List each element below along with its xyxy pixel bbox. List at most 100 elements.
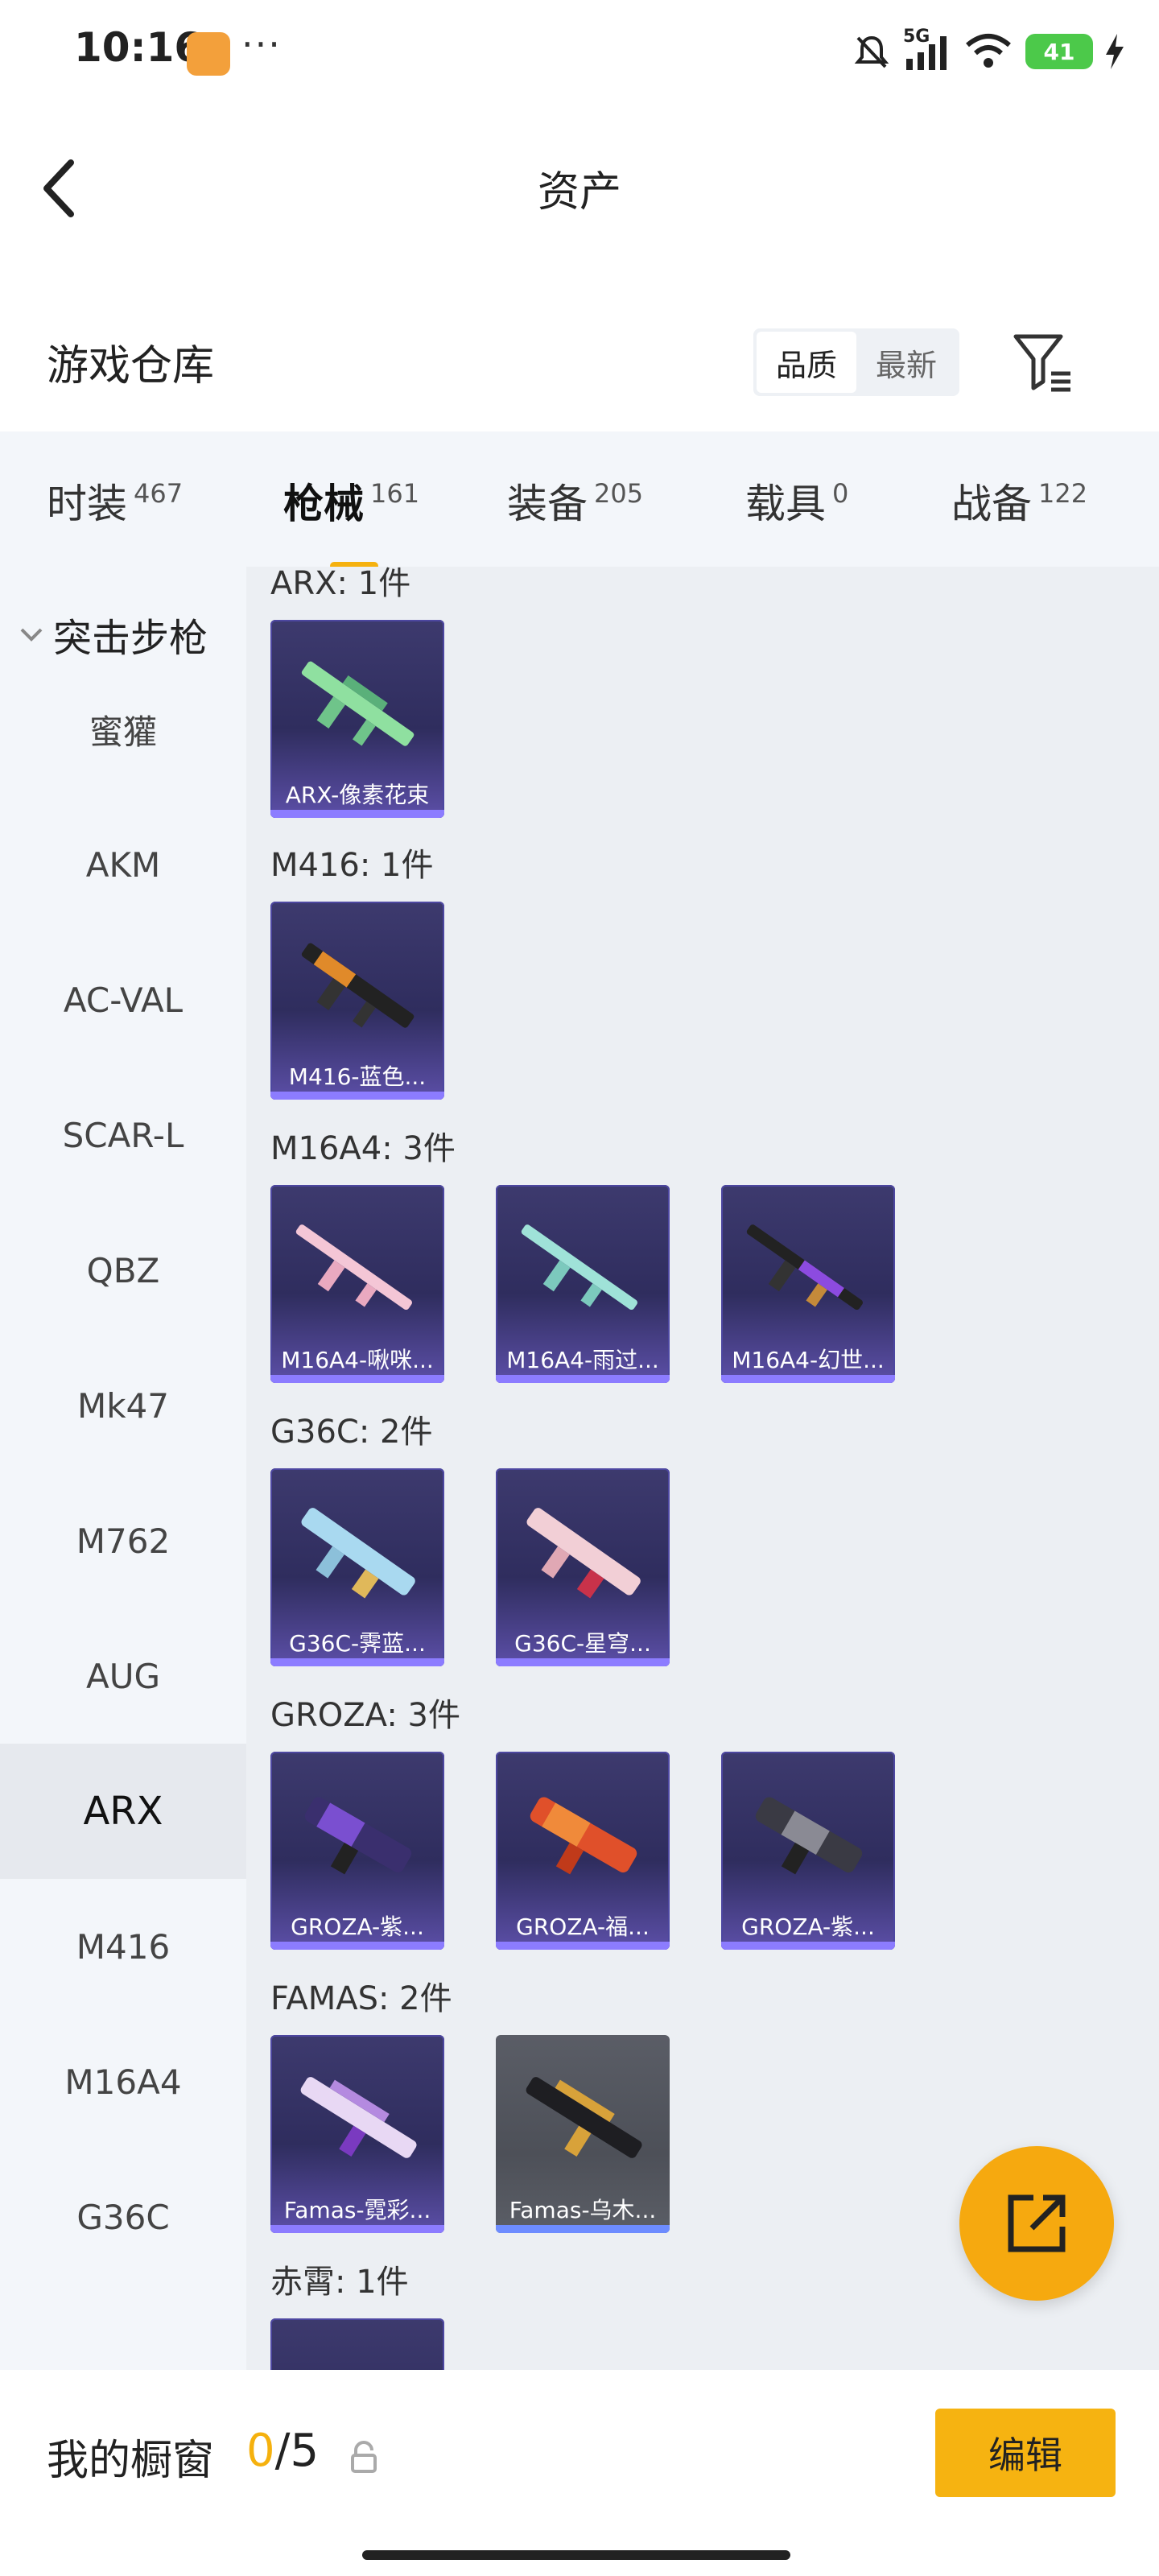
- weapon-icon: [746, 1224, 863, 1311]
- weapon-card[interactable]: G36C-霁蓝...: [270, 1468, 444, 1666]
- share-external-icon: [1008, 2194, 1066, 2252]
- filter-button[interactable]: [1011, 330, 1075, 394]
- home-indicator[interactable]: [362, 2550, 790, 2560]
- tab-count: 161: [370, 478, 420, 509]
- weapon-icon: [530, 1797, 637, 1875]
- sidebar-item[interactable]: SCAR-L: [0, 1067, 246, 1203]
- battery-icon: 41: [1025, 34, 1093, 69]
- sidebar-item[interactable]: QBZ: [0, 1203, 246, 1338]
- weapon-card[interactable]: Famas-霓彩...: [270, 2035, 444, 2233]
- sidebar-item[interactable]: M16A4: [0, 2014, 246, 2149]
- weapon-card[interactable]: Famas-乌木...: [496, 2035, 670, 2233]
- group-label: G36C: 2件: [270, 1414, 433, 1451]
- rarity-bar: [496, 1658, 670, 1666]
- sidebar-item[interactable]: AUG: [0, 1608, 246, 1744]
- group-label: 赤霄: 1件: [270, 2264, 409, 2301]
- showcase-total: /5: [274, 2425, 320, 2477]
- weapon-card[interactable]: GROZA-紫...: [721, 1752, 895, 1950]
- weapon-card[interactable]: [270, 2318, 444, 2370]
- more-notifications-icon: ···: [241, 23, 282, 66]
- weapon-name: M416-蓝色...: [288, 1063, 427, 1090]
- rarity-bar: [270, 810, 444, 818]
- weapon-icon: [526, 1508, 641, 1599]
- sort-quality-button[interactable]: 品质: [757, 332, 856, 393]
- weapon-card[interactable]: M16A4-雨过...: [496, 1185, 670, 1383]
- group-label: M416: 1件: [270, 847, 434, 884]
- weapon-card[interactable]: GROZA-紫...: [270, 1752, 444, 1950]
- category-tabs: 时装 467 枪械 161 装备 205 载具 0 战备 122: [0, 431, 1159, 570]
- lock-icon: [351, 2441, 377, 2473]
- tab-count: 0: [832, 478, 849, 509]
- weapon-icon: [301, 943, 415, 1028]
- rarity-bar: [496, 2225, 670, 2233]
- weapon-icon: [295, 1224, 412, 1311]
- weapon-card[interactable]: ARX-像素花束: [270, 620, 444, 818]
- sidebar-item[interactable]: G36C: [0, 2149, 246, 2285]
- tab-label: 战备: [951, 481, 1032, 527]
- sidebar-group-label: 突击步枪: [53, 616, 208, 661]
- sidebar-item[interactable]: AKM: [0, 797, 246, 932]
- weapon-list: ARX: 1件 ARX-像素花束 M416: 1件 M416-蓝色... M16…: [246, 567, 1159, 2370]
- sidebar-item[interactable]: Mk47: [0, 1338, 246, 1473]
- showcase-label: 我的橱窗: [47, 2437, 215, 2485]
- tab-count: 467: [134, 478, 184, 509]
- tab-supplies[interactable]: 战备 122: [951, 472, 1087, 530]
- weapon-name: Famas-霓彩...: [283, 2197, 431, 2223]
- weapon-card[interactable]: M16A4-啾咪...: [270, 1185, 444, 1383]
- group-label: ARX: 1件: [270, 567, 411, 602]
- weapon-card[interactable]: M416-蓝色...: [270, 902, 444, 1100]
- chevron-down-icon: [20, 628, 43, 642]
- showcase-bar: 我的橱窗 0/5 编辑: [0, 2370, 1159, 2576]
- sort-toggle: 品质 最新: [753, 328, 959, 396]
- weapon-name: Famas-乌木...: [509, 2197, 657, 2223]
- tab-vehicles[interactable]: 载具 0: [745, 472, 848, 530]
- weapon-icon: [755, 1797, 863, 1875]
- tab-guns[interactable]: 枪械 161: [283, 472, 420, 570]
- weapon-name: M16A4-啾咪...: [281, 1347, 434, 1373]
- group-label: FAMAS: 2件: [270, 1980, 452, 2017]
- rarity-bar: [270, 1092, 444, 1100]
- edit-button[interactable]: 编辑: [935, 2409, 1116, 2497]
- weapon-icon: [300, 2077, 417, 2158]
- rarity-bar: [270, 1375, 444, 1383]
- sidebar-item[interactable]: 蜜獾: [0, 662, 246, 797]
- sidebar-item[interactable]: M762: [0, 1473, 246, 1608]
- sidebar-item[interactable]: AC-VAL: [0, 932, 246, 1067]
- share-button[interactable]: [959, 2146, 1114, 2301]
- sidebar-item[interactable]: M416: [0, 1879, 246, 2014]
- weapon-icon: [526, 2077, 642, 2158]
- warehouse-title: 游戏仓库: [47, 342, 215, 390]
- tab-label: 载具: [745, 481, 826, 527]
- showcase-current: 0: [246, 2425, 275, 2477]
- weapon-type-sidebar: 突击步枪 蜜獾 AKM AC-VAL SCAR-L QBZ Mk47 M762 …: [0, 567, 246, 2370]
- tab-fashion[interactable]: 时装 467: [47, 472, 183, 530]
- mute-icon: [854, 35, 889, 68]
- weapon-name: GROZA-紫...: [291, 1913, 424, 1940]
- sort-newest-button[interactable]: 最新: [856, 332, 956, 393]
- rarity-bar: [721, 1942, 895, 1950]
- weapon-card[interactable]: GROZA-福...: [496, 1752, 670, 1950]
- weapon-card[interactable]: M16A4-幻世...: [721, 1185, 895, 1383]
- tab-label: 装备: [507, 481, 588, 527]
- sidebar-item-active[interactable]: ARX: [0, 1744, 246, 1879]
- rarity-bar: [270, 1658, 444, 1666]
- weapon-name: G36C-星穹...: [514, 1630, 651, 1657]
- weapon-name: GROZA-福...: [516, 1913, 650, 1940]
- weapon-card[interactable]: G36C-星穹...: [496, 1468, 670, 1666]
- weapon-name: M16A4-幻世...: [732, 1347, 885, 1373]
- showcase-count: 0/5: [246, 2425, 319, 2477]
- rarity-bar: [496, 1942, 670, 1950]
- status-icons: 5G 41: [853, 27, 1124, 76]
- tab-equipment[interactable]: 装备 205: [507, 472, 643, 530]
- status-bar: 10:16 ··· 5G 41: [0, 0, 1159, 105]
- weapon-icon: [301, 661, 415, 746]
- charging-icon: [1106, 34, 1124, 69]
- tab-label: 时装: [47, 481, 127, 527]
- weapon-name: M16A4-雨过...: [506, 1347, 659, 1373]
- tab-count: 122: [1038, 478, 1088, 509]
- rarity-bar: [496, 1375, 670, 1383]
- filter-icon: [1013, 334, 1070, 392]
- wifi-icon: [966, 34, 1011, 68]
- tab-label: 枪械: [283, 481, 364, 527]
- weapon-icon: [304, 1797, 412, 1875]
